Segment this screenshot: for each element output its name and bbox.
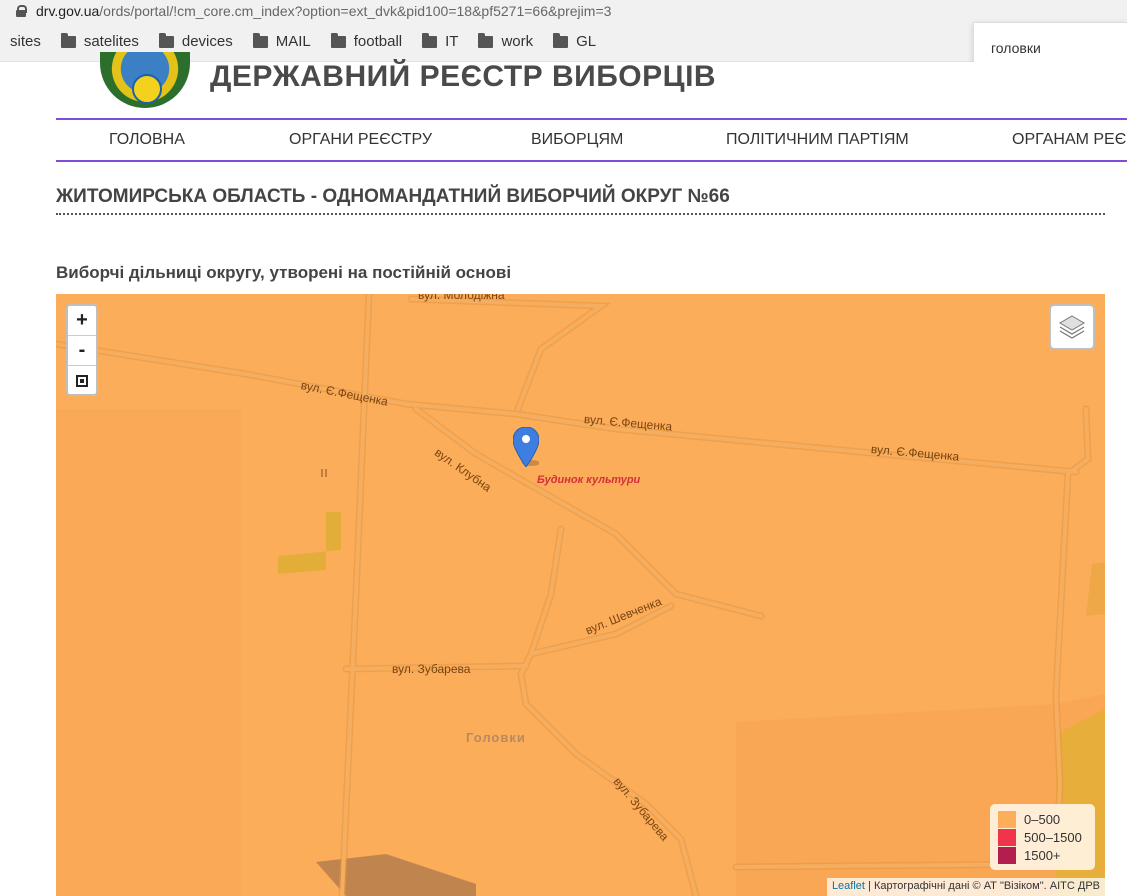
bookmark-label: MAIL xyxy=(275,33,311,50)
map-legend: 0–500 500–1500 1500+ xyxy=(990,804,1095,870)
nav-voters[interactable]: ВИБОРЦЯМ xyxy=(531,131,623,149)
bookmark-devices[interactable]: devices xyxy=(158,32,233,50)
folder-icon xyxy=(422,32,438,48)
bookmark-it[interactable]: IT xyxy=(422,32,459,50)
street-label-zubareva-1: вул. Зубарева xyxy=(392,662,471,676)
url-path: /ords/portal/!cm_core.cm_index?option=ex… xyxy=(99,3,612,19)
bookmark-label: sites xyxy=(10,33,41,50)
nav-home[interactable]: ГОЛОВНА xyxy=(109,131,185,149)
legend-swatch xyxy=(998,828,1016,846)
attribution-text: | Картографічні дані © АТ "Візіком". АІТ… xyxy=(864,880,1100,892)
legend-swatch xyxy=(998,810,1016,828)
folder-icon xyxy=(330,32,346,48)
nav-registry-organs[interactable]: ОРГАНАМ РЕЄС xyxy=(1012,131,1127,149)
site-title: ДЕРЖАВНИЙ РЕЄСТР ВИБОРЦІВ xyxy=(210,60,717,93)
legend-row: 1500+ xyxy=(998,846,1087,864)
layers-button[interactable] xyxy=(1049,304,1095,350)
bookmark-label: football xyxy=(353,33,403,50)
legend-label: 1500+ xyxy=(1024,847,1061,863)
bookmark-football[interactable]: football xyxy=(330,32,403,50)
page: ДЕРЖАВНИЙ РЕЄСТР ВИБОРЦІВ ГОЛОВНА ОРГАНИ… xyxy=(0,52,1127,896)
legend-label: 0–500 xyxy=(1024,811,1061,827)
legend-row: 0–500 xyxy=(998,810,1087,828)
folder-icon xyxy=(553,32,569,48)
bookmark-gl[interactable]: GL xyxy=(553,32,597,50)
zoom-in-button[interactable]: + xyxy=(68,306,96,336)
fullscreen-button[interactable] xyxy=(68,366,96,396)
bookmark-label: devices xyxy=(181,33,233,50)
bookmark-label: IT xyxy=(445,33,459,50)
map[interactable]: вул. Молодіжна вул. Є.Фещенка вул. Є.Фещ… xyxy=(56,294,1105,896)
url-domain: drv.gov.ua xyxy=(36,3,100,19)
folder-icon xyxy=(158,32,174,48)
zoom-out-button[interactable]: - xyxy=(68,336,96,366)
section-title: ЖИТОМИРСЬКА ОБЛАСТЬ - ОДНОМАНДАТНИЙ ВИБО… xyxy=(56,186,1105,215)
bookmark-mail[interactable]: MAIL xyxy=(252,32,311,50)
fullscreen-icon xyxy=(76,375,88,387)
legend-swatch xyxy=(998,846,1016,864)
bookmark-satelites[interactable]: satelites xyxy=(60,32,139,50)
place-label-holovky: Головки xyxy=(466,730,526,745)
bookmark-label: GL xyxy=(576,33,597,50)
folder-icon xyxy=(60,32,76,48)
map-pin-icon[interactable] xyxy=(513,427,539,467)
layers-icon xyxy=(1059,315,1085,339)
legend-row: 500–1500 xyxy=(998,828,1087,846)
poi-label-culture-house: Будинок культури xyxy=(537,474,641,486)
bookmark-label: satelites xyxy=(83,33,139,50)
nav-registry-bodies[interactable]: ОРГАНИ РЕЄСТРУ xyxy=(289,131,432,149)
main-nav: ГОЛОВНА ОРГАНИ РЕЄСТРУ ВИБОРЦЯМ ПОЛІТИЧН… xyxy=(56,118,1127,162)
legend-label: 500–1500 xyxy=(1024,829,1082,845)
map-attribution: Leaflet | Картографічні дані © АТ "Візік… xyxy=(826,878,1105,896)
coat-of-arms-logo[interactable] xyxy=(100,52,190,108)
folder-icon xyxy=(478,32,494,48)
zoom-control: + - xyxy=(66,304,98,396)
map-subtitle: Виборчі дільниці округу, утворені на пос… xyxy=(56,263,512,282)
bookmark-label: work xyxy=(501,33,534,50)
basemap xyxy=(56,294,1105,896)
find-text: головки xyxy=(991,40,1041,56)
bookmark-work[interactable]: work xyxy=(478,32,534,50)
leaflet-link[interactable]: Leaflet xyxy=(832,880,865,892)
street-label-molodizhna: вул. Молодіжна xyxy=(418,294,505,302)
address-bar[interactable]: drv.gov.ua/ords/portal/!cm_core.cm_index… xyxy=(0,0,1127,22)
folder-icon xyxy=(252,32,268,48)
nav-political-parties[interactable]: ПОЛІТИЧНИМ ПАРТІЯМ xyxy=(726,131,909,149)
lock-icon xyxy=(16,5,27,17)
bookmark-sites[interactable]: sites xyxy=(10,33,41,50)
